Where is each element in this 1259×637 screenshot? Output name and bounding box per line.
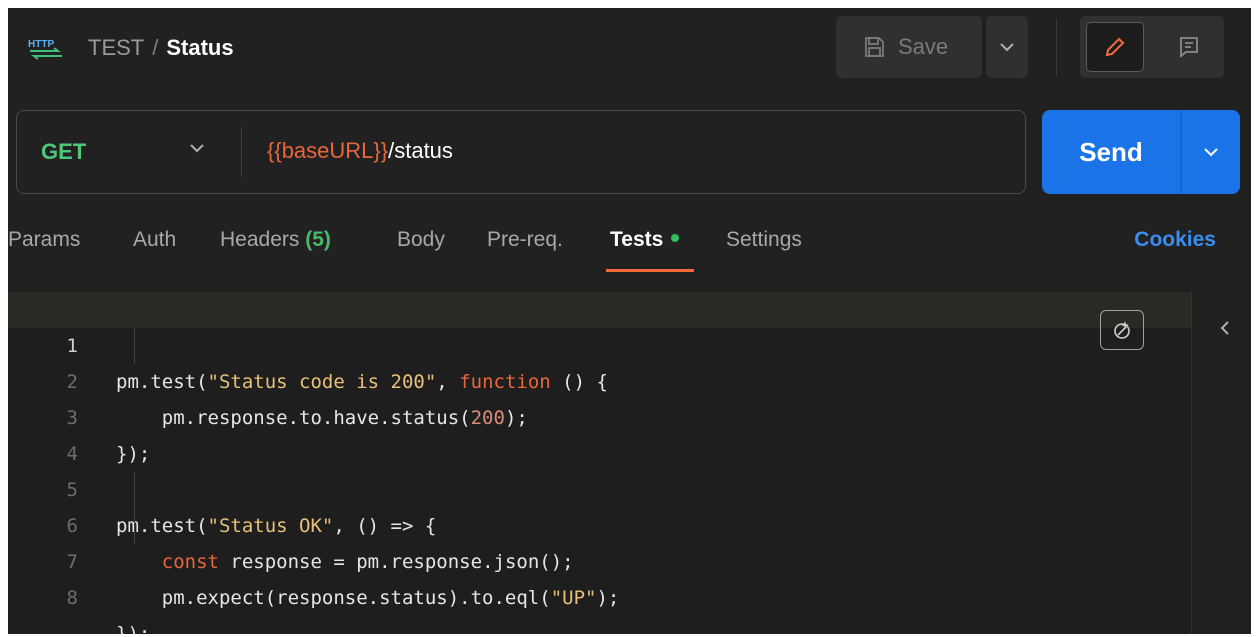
tab-headers-label: Headers [220,228,300,251]
code-line: 6 const response = pm.response.json(); [8,472,1191,573]
comments-button[interactable] [1160,22,1218,72]
url-path: /status [388,138,453,163]
tab-headers[interactable]: Headers (5) [220,228,331,252]
send-button[interactable]: Send [1042,110,1180,194]
code-line: 3 }); [8,364,1191,465]
breadcrumb: TEST / Status [88,34,234,62]
clear-icon [1114,321,1130,339]
request-tabs: Params Auth Headers (5) Body Pre-req. Te… [8,224,1251,274]
code-line: 5 pm.test("Status OK", () => { [8,436,1191,537]
save-options-button[interactable] [986,16,1028,78]
save-button[interactable]: Save [836,16,982,78]
method-select[interactable]: GET [41,139,86,165]
headers-count: (5) [305,228,331,251]
line-number: 8 [66,587,78,609]
request-header: HTTP TEST / Status Save [8,8,1251,88]
code-line: 8 }); [8,544,1191,634]
code-text: }); [116,623,151,634]
code-editor[interactable]: 1 pm.test("Status code is 200", function… [8,290,1191,634]
http-icon: HTTP [28,39,62,60]
indent-guide [134,472,135,544]
tab-prereq[interactable]: Pre-req. [487,228,563,252]
url-divider [241,127,242,177]
code-line: 7 pm.expect(response.status).to.eql("UP"… [8,508,1191,609]
chevron-left-icon[interactable] [1220,320,1230,336]
svg-text:HTTP: HTTP [28,39,54,50]
save-label: Save [898,34,949,59]
code-text: pm.expect(response.status).to.eql("UP"); [116,587,620,609]
tab-settings[interactable]: Settings [726,228,802,252]
request-title[interactable]: Status [166,35,233,60]
chevron-down-icon[interactable] [189,143,205,153]
code-line: 2 pm.response.to.have.status(200); [8,328,1191,429]
chevron-down-icon [1000,43,1014,52]
view-mode-toggle [1080,16,1224,78]
request-editor-window: HTTP TEST / Status Save GET {{baseURL}}/… [8,8,1251,634]
cookies-link[interactable]: Cookies [1134,228,1216,252]
breadcrumb-separator: / [152,35,159,60]
tab-auth[interactable]: Auth [133,228,176,252]
indent-guide [134,328,135,364]
code-line: 1 pm.test("Status code is 200", function… [8,292,1191,393]
code-line: 4 [8,400,1191,465]
tab-params[interactable]: Params [8,228,80,252]
tab-body[interactable]: Body [397,228,445,252]
tab-tests-label: Tests [610,228,664,251]
active-tab-indicator [606,269,694,272]
url-bar: GET {{baseURL}}/status [16,110,1026,194]
tests-status-dot [671,234,680,243]
tab-tests[interactable]: Tests [610,228,680,252]
url-variable: {{baseURL}} [267,138,389,163]
edit-mode-button[interactable] [1086,22,1144,72]
save-icon [865,37,884,57]
chevron-down-icon [1204,148,1218,157]
send-options-button[interactable] [1182,110,1240,194]
header-divider [1056,18,1057,76]
breadcrumb-collection[interactable]: TEST [88,35,144,60]
editor-side-panel [1191,290,1251,634]
url-input[interactable]: {{baseURL}}/status [267,138,453,164]
pencil-icon [1105,37,1125,57]
clear-button[interactable] [1100,310,1144,350]
comment-icon [1180,37,1198,58]
